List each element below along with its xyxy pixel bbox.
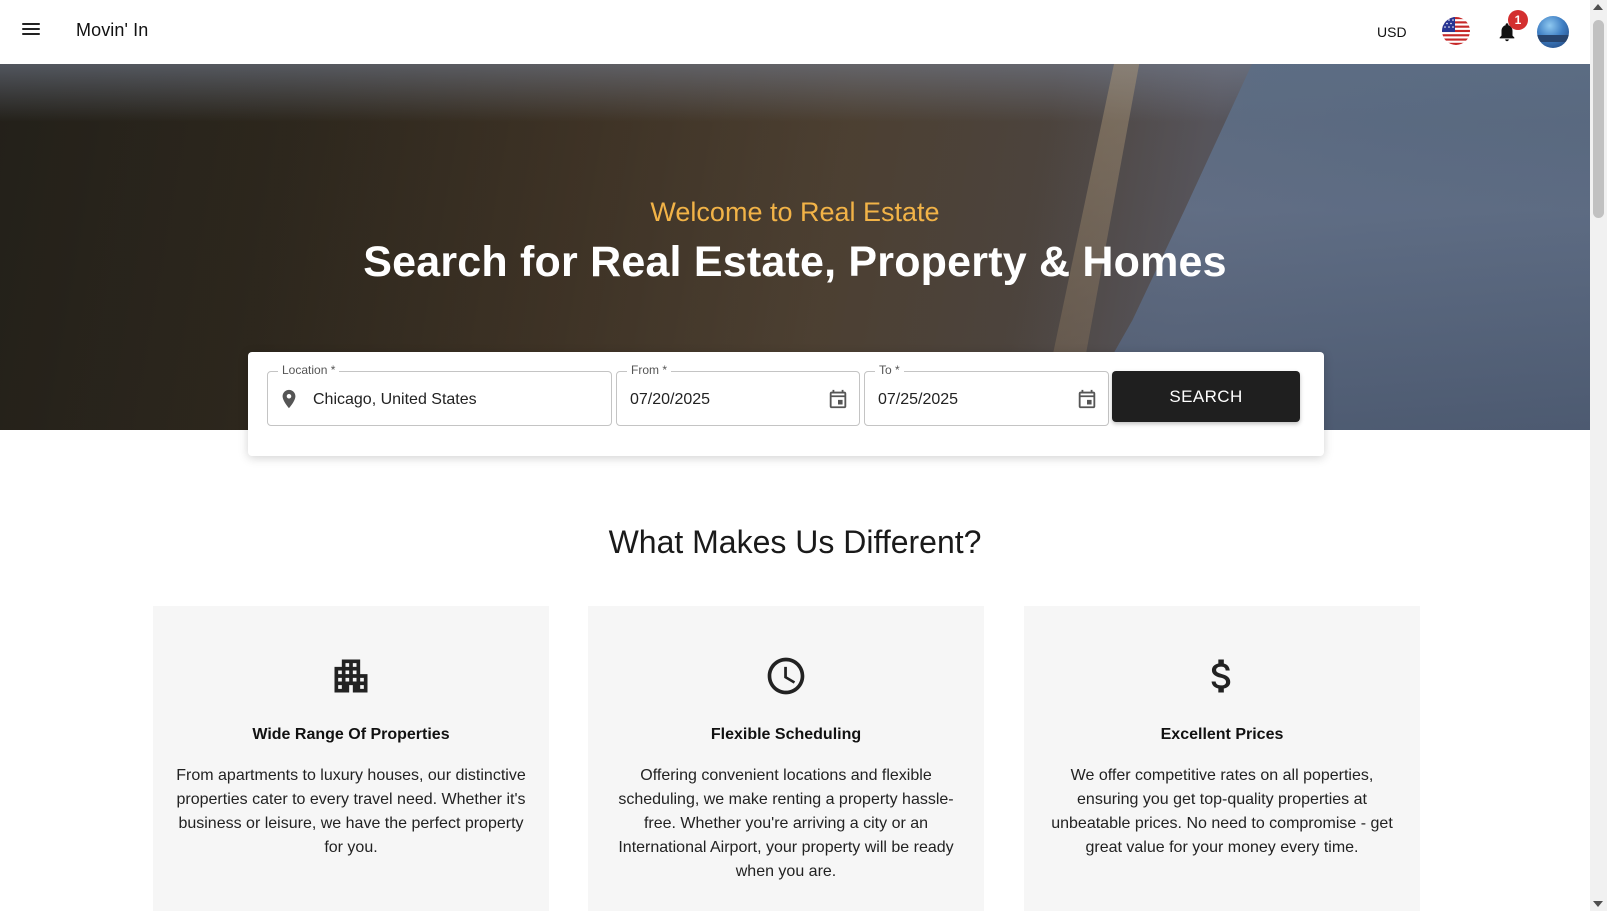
calendar-icon[interactable] <box>1076 388 1098 410</box>
feature-title: Flexible Scheduling <box>710 726 862 743</box>
scroll-down-arrow-icon[interactable] <box>1593 901 1603 907</box>
feature-title: Excellent Prices <box>1160 726 1284 743</box>
menu-icon[interactable] <box>20 20 42 42</box>
dollar-icon <box>1200 654 1244 698</box>
scroll-up-arrow-icon[interactable] <box>1593 4 1603 10</box>
from-date-value: 07/20/2025 <box>630 391 711 408</box>
feature-card-prices: Excellent Prices We offer competitive ra… <box>1024 606 1420 911</box>
page-scrollbar[interactable] <box>1590 0 1607 911</box>
feature-title: Wide Range Of Properties <box>252 726 450 743</box>
location-pin-icon <box>278 388 300 410</box>
location-label: Location * <box>278 363 340 377</box>
feature-text: We offer competitive rates on all popert… <box>1051 767 1393 856</box>
feature-text: Offering convenient locations and flexib… <box>618 767 954 880</box>
brand-name[interactable]: Movin' In <box>76 20 148 41</box>
hero-title: Search for Real Estate, Property & Homes <box>363 238 1227 286</box>
clock-icon <box>764 654 808 698</box>
us-flag-icon[interactable] <box>1442 17 1470 45</box>
scroll-thumb[interactable] <box>1593 20 1604 218</box>
calendar-icon[interactable] <box>827 388 849 410</box>
app-bar: Movin' In USD 1 <box>0 0 1590 64</box>
location-value: Chicago, United States <box>313 391 477 408</box>
location-field[interactable]: Location * Chicago, United States <box>267 363 612 426</box>
building-icon <box>329 654 373 698</box>
from-date-field[interactable]: From * 07/20/2025 <box>616 363 860 426</box>
search-card: Location * Chicago, United States From *… <box>248 352 1324 456</box>
user-avatar[interactable] <box>1537 16 1569 48</box>
search-button[interactable]: SEARCH <box>1112 371 1300 422</box>
feature-card-properties: Wide Range Of Properties From apartments… <box>153 606 549 911</box>
feature-card-scheduling: Flexible Scheduling Offering convenient … <box>588 606 984 911</box>
section-title: What Makes Us Different? <box>608 524 982 560</box>
to-label: To * <box>875 363 904 377</box>
currency-selector[interactable]: USD <box>1377 24 1407 40</box>
notification-badge: 1 <box>1508 10 1528 30</box>
feature-text: From apartments to luxury houses, our di… <box>176 767 526 856</box>
to-date-value: 07/25/2025 <box>878 391 959 408</box>
from-label: From * <box>627 363 671 377</box>
hero-subtitle: Welcome to Real Estate <box>650 197 940 227</box>
to-date-field[interactable]: To * 07/25/2025 <box>864 363 1109 426</box>
